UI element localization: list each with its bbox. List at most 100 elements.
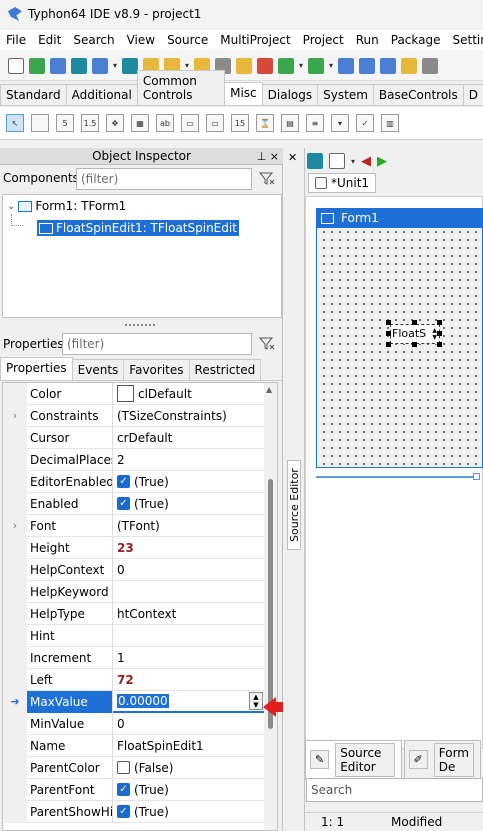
pin-close-icon[interactable]: ⊥ × bbox=[257, 148, 279, 165]
prop-row-editorenabled[interactable]: EditorEnabled ✓ (True) bbox=[3, 470, 265, 493]
prop-row-parentshowhint[interactable]: ParentShowHint ✓ (True) bbox=[3, 800, 265, 823]
prop-value[interactable]: htContext bbox=[113, 607, 265, 621]
run-config-icon[interactable] bbox=[236, 57, 253, 74]
scrollbar-thumb[interactable] bbox=[268, 479, 273, 729]
save-icon[interactable] bbox=[338, 57, 355, 74]
selection-handle[interactable] bbox=[437, 320, 442, 325]
filter-combo-icon[interactable]: ▾ bbox=[331, 114, 349, 132]
tab-events[interactable]: Events bbox=[71, 359, 125, 380]
tree-node-floatspinedit1[interactable]: FloatSpinEdit1: TFloatSpinEdit bbox=[37, 220, 239, 236]
menu-edit[interactable]: Edit bbox=[38, 33, 61, 47]
jump-list-icon[interactable] bbox=[329, 153, 345, 169]
selection-handle[interactable] bbox=[386, 320, 391, 325]
step-dropdown-icon[interactable]: ▾ bbox=[329, 61, 333, 70]
prop-row-name[interactable]: Name FloatSpinEdit1 bbox=[3, 734, 265, 757]
date-edit-icon[interactable]: 15 bbox=[231, 114, 249, 132]
tree-node-form1[interactable]: ⌄ Form1: TForm1 bbox=[7, 199, 126, 213]
prop-value[interactable]: clDefault bbox=[138, 387, 192, 401]
prop-row-decimalplaces[interactable]: DecimalPlaces 2 bbox=[3, 448, 265, 471]
prop-row-left[interactable]: Left 72 bbox=[3, 668, 265, 691]
more-icon[interactable] bbox=[422, 57, 439, 74]
selection-handle[interactable] bbox=[437, 331, 442, 336]
debug-icon[interactable] bbox=[257, 57, 274, 74]
menu-view[interactable]: View bbox=[127, 33, 155, 47]
expand-chevron-icon[interactable]: › bbox=[3, 404, 27, 427]
selection-handle[interactable] bbox=[386, 342, 391, 347]
clear-properties-filter-icon[interactable] bbox=[259, 337, 275, 351]
tab-unit1[interactable]: *Unit1 bbox=[308, 173, 377, 193]
splitter-grip[interactable] bbox=[125, 324, 155, 327]
source-editor-vertical-tab[interactable]: Source Editor bbox=[287, 460, 301, 550]
menu-package[interactable]: Package bbox=[391, 33, 441, 47]
prop-value[interactable]: crDefault bbox=[113, 431, 265, 445]
tab-source-editor[interactable]: ✎ Source Editor bbox=[305, 739, 402, 780]
prop-row-minvalue[interactable]: MinValue 0 bbox=[3, 712, 265, 735]
menu-file[interactable]: File bbox=[6, 33, 26, 47]
file-list-box-icon[interactable]: ≡ bbox=[306, 114, 324, 132]
prop-row-helpkeyword[interactable]: HelpKeyword bbox=[3, 580, 265, 603]
run-icon[interactable] bbox=[278, 57, 295, 74]
tab-additional[interactable]: Additional bbox=[65, 84, 138, 105]
calc-edit-icon[interactable]: ▤ bbox=[281, 114, 299, 132]
floatspinedit1-control[interactable]: FloatS ▲ ▼ bbox=[390, 324, 440, 344]
step-icon[interactable] bbox=[308, 57, 325, 74]
search-icon[interactable] bbox=[122, 57, 139, 74]
forward-arrow-icon[interactable]: ▶ bbox=[377, 154, 387, 169]
find-dropdown-icon[interactable]: ▾ bbox=[113, 61, 117, 70]
tab-favorites[interactable]: Favorites bbox=[123, 359, 190, 380]
new-file-icon[interactable] bbox=[8, 57, 24, 74]
tab-standard[interactable]: Standard bbox=[0, 84, 67, 105]
prop-value[interactable]: FloatSpinEdit1 bbox=[113, 739, 265, 753]
prop-value[interactable]: (TSizeConstraints) bbox=[113, 409, 265, 423]
tab-more[interactable]: D bbox=[462, 84, 483, 105]
tab-basecontrols[interactable]: BaseControls bbox=[372, 84, 464, 105]
selection-handle[interactable] bbox=[437, 342, 442, 347]
tab-form-designer[interactable]: ✐ Form De bbox=[403, 739, 481, 780]
prop-value[interactable]: 0 bbox=[113, 717, 265, 731]
edit-icon[interactable] bbox=[401, 57, 418, 74]
prop-value[interactable]: 2 bbox=[113, 453, 265, 467]
property-grid-scrollbar[interactable]: ▲ bbox=[264, 383, 277, 830]
directory-edit-icon[interactable]: ▭ bbox=[206, 114, 224, 132]
compile-dropdown-icon[interactable]: ▾ bbox=[185, 61, 189, 70]
scroll-up-icon[interactable]: ▲ bbox=[266, 385, 272, 394]
spin-updown-icon[interactable]: ▲ ▼ bbox=[249, 691, 263, 710]
menu-run[interactable]: Run bbox=[356, 33, 379, 47]
run-dropdown-icon[interactable]: ▾ bbox=[299, 61, 303, 70]
open-icon[interactable] bbox=[71, 57, 87, 74]
tab-dialogs[interactable]: Dialogs bbox=[261, 84, 319, 105]
checkbox-unchecked-icon[interactable] bbox=[117, 761, 130, 774]
prop-row-maxvalue[interactable]: ➜ MaxValue 0.00000 ▲ ▼ bbox=[3, 690, 265, 713]
prop-value[interactable]: (TFont) bbox=[113, 519, 265, 533]
tab-properties[interactable]: Properties bbox=[0, 357, 73, 380]
checkbox-checked-icon[interactable]: ✓ bbox=[117, 805, 130, 818]
toggle-form-icon[interactable] bbox=[380, 57, 397, 74]
tab-common-controls[interactable]: Common Controls bbox=[136, 70, 226, 105]
float-spin-edit-icon[interactable]: 1.5 bbox=[81, 114, 99, 132]
checkbox-checked-icon[interactable]: ✓ bbox=[117, 783, 130, 796]
close-dock-icon[interactable]: ✕ bbox=[288, 151, 297, 164]
components-filter-input[interactable]: (filter) bbox=[76, 168, 252, 190]
menu-multiproject[interactable]: MultiProject bbox=[220, 33, 290, 47]
color-button-icon[interactable] bbox=[31, 114, 49, 132]
prop-row-helpcontext[interactable]: HelpContext 0 bbox=[3, 558, 265, 581]
prop-row-parentcolor[interactable]: ParentColor (False) bbox=[3, 756, 265, 779]
clear-filter-icon[interactable] bbox=[259, 172, 275, 186]
new-form-icon[interactable] bbox=[29, 57, 45, 74]
pointer-tool-icon[interactable]: ↖ bbox=[6, 114, 24, 132]
expand-chevron-icon[interactable]: › bbox=[3, 514, 27, 537]
prop-value[interactable]: 23 bbox=[113, 541, 265, 555]
file-name-edit-icon[interactable]: ▭ bbox=[181, 114, 199, 132]
save-all-icon[interactable] bbox=[359, 57, 376, 74]
prop-row-increment[interactable]: Increment 1 bbox=[3, 646, 265, 669]
menu-search[interactable]: Search bbox=[73, 33, 114, 47]
checkbox-checked-icon[interactable]: ✓ bbox=[117, 475, 130, 488]
checklist-icon[interactable]: ✓ bbox=[356, 114, 374, 132]
tab-restricted[interactable]: Restricted bbox=[188, 359, 262, 380]
prop-row-height[interactable]: Height 23 bbox=[3, 536, 265, 559]
arrow-icon[interactable]: ✥ bbox=[106, 114, 124, 132]
back-arrow-icon[interactable]: ◀ bbox=[361, 154, 371, 169]
menu-project[interactable]: Project bbox=[303, 33, 344, 47]
properties-filter-input[interactable]: (filter) bbox=[62, 333, 252, 355]
prop-row-parentfont[interactable]: ParentFont ✓ (True) bbox=[3, 778, 265, 801]
